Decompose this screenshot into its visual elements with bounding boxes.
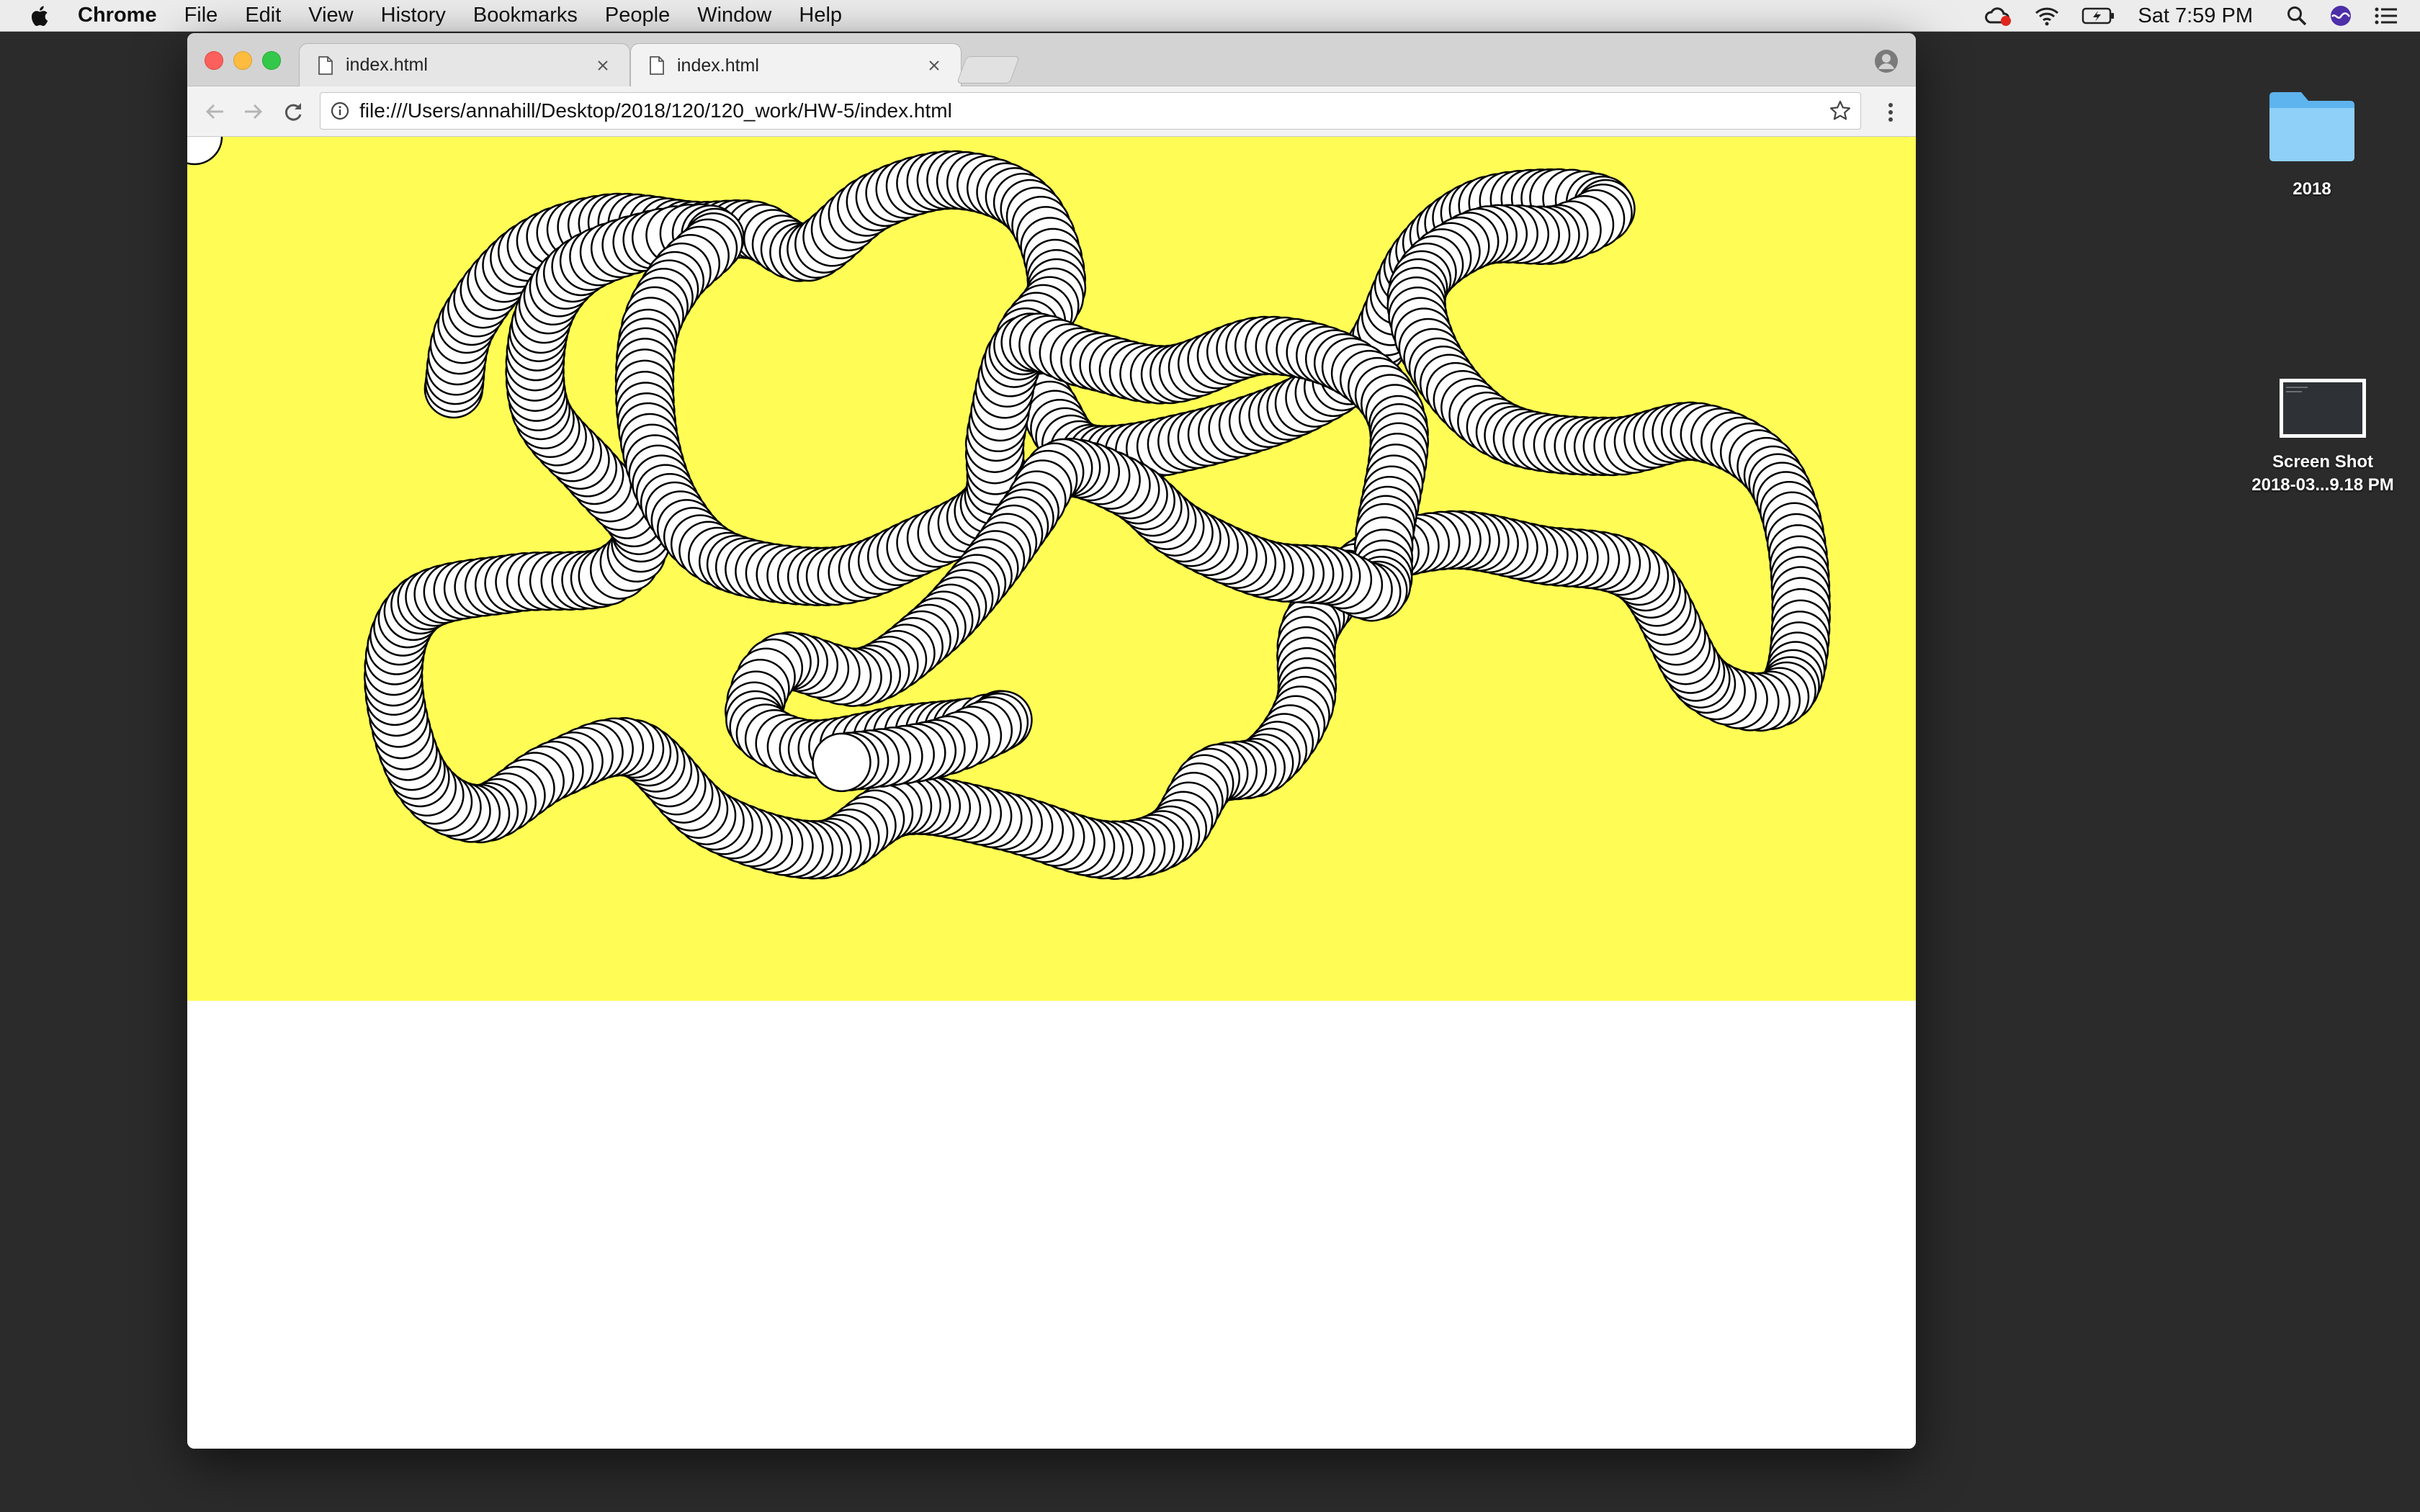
menu-view[interactable]: View — [308, 4, 353, 27]
forward-button[interactable] — [239, 98, 266, 125]
tab-close-icon[interactable] — [593, 56, 612, 75]
desktop-screenshot-file[interactable]: Screen Shot 2018-03...9.18 PM — [2233, 378, 2413, 497]
desktop-folder-2018[interactable]: 2018 — [2254, 86, 2370, 201]
tab-strip: index.html index.html — [187, 33, 1916, 87]
reload-icon — [284, 103, 302, 121]
tab-title: index.html — [346, 55, 428, 75]
tab-close-icon[interactable] — [925, 56, 944, 75]
info-icon[interactable] — [331, 102, 349, 120]
page-viewport — [187, 137, 1916, 1449]
new-tab-button[interactable] — [956, 56, 1020, 84]
document-icon — [318, 55, 333, 75]
close-window-button[interactable] — [205, 51, 223, 70]
desktop-folder-label: 2018 — [2293, 179, 2331, 199]
menu-help[interactable]: Help — [799, 4, 842, 27]
reload-button[interactable] — [279, 98, 307, 125]
spotlight-search-icon[interactable] — [2286, 5, 2308, 27]
menu-app-name[interactable]: Chrome — [78, 4, 157, 27]
chrome-window: index.html index.html file:///Users/anna… — [187, 33, 1916, 1449]
back-button[interactable] — [202, 98, 229, 125]
tab-index-html-2-active[interactable]: index.html — [630, 43, 962, 87]
maximize-window-button[interactable] — [262, 51, 281, 70]
arrow-left-icon — [205, 104, 223, 120]
sketch-canvas — [187, 137, 1916, 1001]
corner-circle — [187, 137, 223, 166]
menu-history[interactable]: History — [381, 4, 446, 27]
menu-people[interactable]: People — [605, 4, 670, 27]
minimize-window-button[interactable] — [233, 51, 252, 70]
address-bar[interactable]: file:///Users/annahill/Desktop/2018/120/… — [320, 92, 1861, 130]
menu-file[interactable]: File — [184, 4, 218, 27]
tab-title: index.html — [677, 55, 759, 76]
tab-index-html-1[interactable]: index.html — [299, 43, 630, 86]
bookmark-star-icon[interactable] — [1829, 99, 1852, 122]
arrow-right-icon — [245, 104, 263, 120]
battery-icon[interactable] — [2081, 6, 2116, 26]
trail-circle — [812, 732, 871, 793]
chrome-menu-button[interactable] — [1880, 99, 1901, 125]
folder-icon — [2269, 92, 2354, 161]
creative-cloud-icon[interactable] — [1984, 5, 2012, 27]
desktop-screenshot-label-line2: 2018-03...9.18 PM — [2251, 475, 2394, 495]
url-text[interactable]: file:///Users/annahill/Desktop/2018/120/… — [359, 99, 1829, 122]
menu-bar: Chrome File Edit View History Bookmarks … — [0, 0, 2420, 32]
menu-window[interactable]: Window — [697, 4, 771, 27]
document-icon — [650, 56, 664, 75]
more-vertical-icon — [1888, 103, 1893, 122]
profile-avatar-icon[interactable] — [1874, 49, 1899, 73]
circle-trail-drawing — [187, 137, 1831, 881]
notification-center-icon[interactable] — [2374, 6, 2398, 26]
siri-icon[interactable] — [2329, 4, 2352, 27]
screenshot-thumbnail-icon — [2280, 379, 2366, 438]
wifi-icon[interactable] — [2034, 5, 2060, 27]
desktop-screenshot-label-line1: Screen Shot — [2272, 452, 2374, 472]
browser-toolbar: file:///Users/annahill/Desktop/2018/120/… — [187, 86, 1916, 137]
menu-edit[interactable]: Edit — [245, 4, 281, 27]
apple-menu-icon[interactable] — [29, 4, 49, 27]
menu-clock[interactable]: Sat 7:59 PM — [2138, 4, 2253, 28]
status-area: Sat 7:59 PM — [1984, 0, 2420, 32]
menu-bookmarks[interactable]: Bookmarks — [473, 4, 578, 27]
